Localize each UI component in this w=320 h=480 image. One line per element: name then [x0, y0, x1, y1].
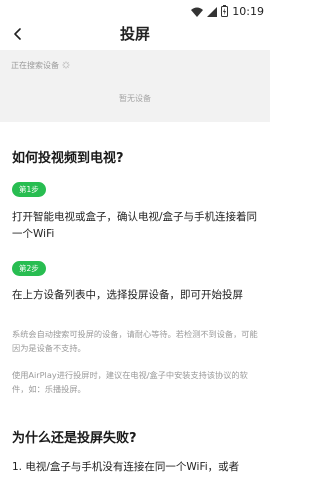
- failure-reason-1: 1. 电视/盒子与手机没有连接在同一个WiFi，或者: [12, 461, 240, 473]
- step-badge-1: 第1步: [12, 182, 46, 197]
- search-status-text: 正在搜索设备: [11, 61, 59, 70]
- step-text-1: 打开智能电视或盒子，确认电视/盒子与手机连接着同一个WiFi: [12, 211, 258, 240]
- guide-title: 如何投视频到电视?: [12, 151, 124, 166]
- app-bar: 投屏: [0, 18, 270, 50]
- step-badge-2: 第2步: [12, 261, 46, 276]
- loading-icon: [62, 61, 70, 71]
- note-text-2: 使用AirPlay进行投屏时，建议在电视/盒子中安装支持该协议的软件，如：乐播投…: [12, 370, 248, 394]
- empty-device-list: 暂无设备: [119, 94, 151, 103]
- status-bar: 10:19: [0, 0, 270, 18]
- failure-title: 为什么还是投屏失败?: [12, 431, 137, 446]
- page-title: 投屏: [119, 25, 150, 43]
- device-search-panel: 正在搜索设备 暂无设备: [0, 50, 270, 122]
- step-text-2: 在上方设备列表中，选择投屏设备，即可开始投屏: [12, 289, 243, 301]
- status-time: 10:19: [232, 4, 264, 18]
- search-status: 正在搜索设备: [11, 60, 70, 71]
- help-content: 如何投视频到电视? 第1步 打开智能电视或盒子，确认电视/盒子与手机连接着同一个…: [0, 122, 270, 480]
- note-text-1: 系统会自动搜索可投屏的设备，请耐心等待。若检测不到设备，可能因为是设备不支持。: [12, 329, 258, 353]
